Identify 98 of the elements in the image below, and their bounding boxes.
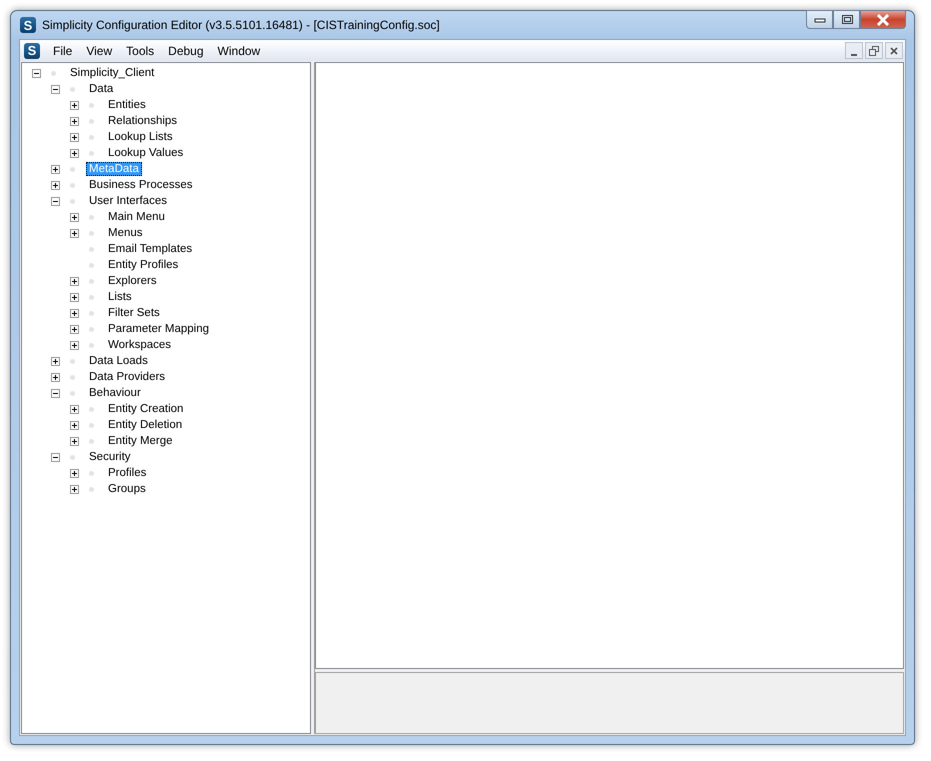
tree-item[interactable]: Email Templates [105, 242, 196, 256]
tree-item[interactable]: Entity Creation [105, 402, 186, 416]
window-title: Simplicity Configuration Editor (v3.5.5101.16481) - [CISTrainingConfig.soc] [42, 18, 441, 32]
expand-icon[interactable] [70, 308, 79, 318]
node-icon [70, 182, 75, 188]
expand-icon[interactable] [70, 228, 79, 238]
collapse-icon[interactable] [51, 388, 60, 398]
minimize-icon [851, 54, 857, 56]
tree-item[interactable]: Menus [105, 226, 146, 240]
tree-item[interactable]: Filter Sets [105, 306, 163, 320]
node-icon [70, 166, 75, 172]
collapse-icon[interactable] [32, 68, 41, 78]
collapse-icon[interactable] [51, 452, 60, 462]
tree-item[interactable]: Main Menu [105, 210, 168, 224]
expand-icon[interactable] [70, 100, 79, 110]
close-icon [890, 46, 898, 54]
node-icon [89, 118, 94, 124]
tree-item[interactable]: Data Loads [86, 354, 151, 368]
tree-item[interactable]: Explorers [105, 274, 160, 288]
node-icon [89, 102, 94, 108]
close-button[interactable] [860, 10, 906, 29]
expand-icon[interactable] [70, 324, 79, 334]
expand-icon[interactable] [70, 404, 79, 414]
collapse-icon[interactable] [51, 196, 60, 206]
node-icon [70, 374, 75, 380]
node-icon [89, 278, 94, 284]
tree-item[interactable]: Entity Deletion [105, 418, 186, 432]
tree-item[interactable]: Entity Merge [105, 434, 176, 448]
tree-item[interactable]: Simplicity_Client [67, 66, 158, 80]
tree-item[interactable]: Workspaces [105, 338, 174, 352]
node-icon [89, 310, 94, 316]
maximize-icon [840, 14, 854, 26]
node-icon [70, 454, 75, 460]
tree-item[interactable]: Relationships [105, 114, 180, 128]
expand-icon[interactable] [70, 292, 79, 302]
expand-icon[interactable] [70, 468, 79, 478]
expand-icon[interactable] [70, 484, 79, 494]
node-icon [89, 406, 94, 412]
node-icon [89, 246, 94, 252]
expand-icon[interactable] [70, 276, 79, 286]
minimize-button[interactable] [845, 42, 863, 59]
minimize-icon [812, 16, 826, 24]
menu-item[interactable]: File [46, 44, 80, 58]
expand-icon[interactable] [51, 372, 60, 382]
tree-item[interactable]: Lookup Lists [105, 130, 176, 144]
tree-item[interactable]: Behaviour [86, 386, 144, 400]
tree-item[interactable]: Profiles [105, 466, 150, 480]
node-icon [89, 422, 94, 428]
minimize-button[interactable] [806, 10, 833, 29]
close-icon [875, 14, 891, 26]
expand-icon[interactable] [70, 116, 79, 126]
menu-item[interactable]: Tools [119, 44, 162, 58]
expand-icon[interactable] [70, 132, 79, 142]
node-icon [89, 262, 94, 268]
tree-item[interactable]: Lists [105, 290, 135, 304]
node-icon [89, 342, 94, 348]
expand-icon[interactable] [51, 356, 60, 366]
menu-item[interactable]: View [79, 44, 120, 58]
expand-icon[interactable] [70, 148, 79, 158]
tree-item[interactable]: Data [86, 82, 116, 96]
node-icon [89, 326, 94, 332]
close-button[interactable] [885, 42, 903, 59]
app-logo-icon: S [20, 17, 36, 33]
node-icon [89, 214, 94, 220]
expand-icon[interactable] [70, 436, 79, 446]
node-icon [89, 150, 94, 156]
maximize-button[interactable] [833, 10, 860, 29]
tree-item[interactable]: Entity Profiles [105, 258, 182, 272]
restore-icon [869, 46, 879, 56]
menu-item[interactable]: Window [210, 44, 268, 58]
node-icon [89, 470, 94, 476]
tree-item[interactable]: Entities [105, 98, 149, 112]
node-icon [89, 486, 94, 492]
tree-item[interactable]: Parameter Mapping [105, 322, 212, 336]
tree-item[interactable]: Security [86, 450, 134, 464]
tree-item[interactable]: Data Providers [86, 370, 168, 384]
collapse-icon[interactable] [51, 84, 60, 94]
tree-item[interactable]: User Interfaces [86, 194, 170, 208]
node-icon [70, 86, 75, 92]
expand-icon[interactable] [51, 180, 60, 190]
node-icon [70, 390, 75, 396]
node-icon [89, 230, 94, 236]
node-icon [70, 198, 75, 204]
expand-icon[interactable] [70, 420, 79, 430]
expand-icon[interactable] [70, 340, 79, 350]
tree-item[interactable]: Business Processes [86, 178, 196, 192]
expand-icon[interactable] [51, 164, 60, 174]
node-icon [70, 358, 75, 364]
tree-item[interactable]: Lookup Values [105, 146, 186, 160]
tree-item[interactable]: Groups [105, 482, 149, 496]
node-icon [89, 134, 94, 140]
node-icon [89, 438, 94, 444]
menu-item[interactable]: Debug [161, 44, 211, 58]
app-logo-icon[interactable]: S [24, 42, 40, 58]
restore-button[interactable] [865, 42, 883, 59]
node-icon [89, 294, 94, 300]
node-icon [51, 70, 56, 76]
expand-icon[interactable] [70, 212, 79, 222]
